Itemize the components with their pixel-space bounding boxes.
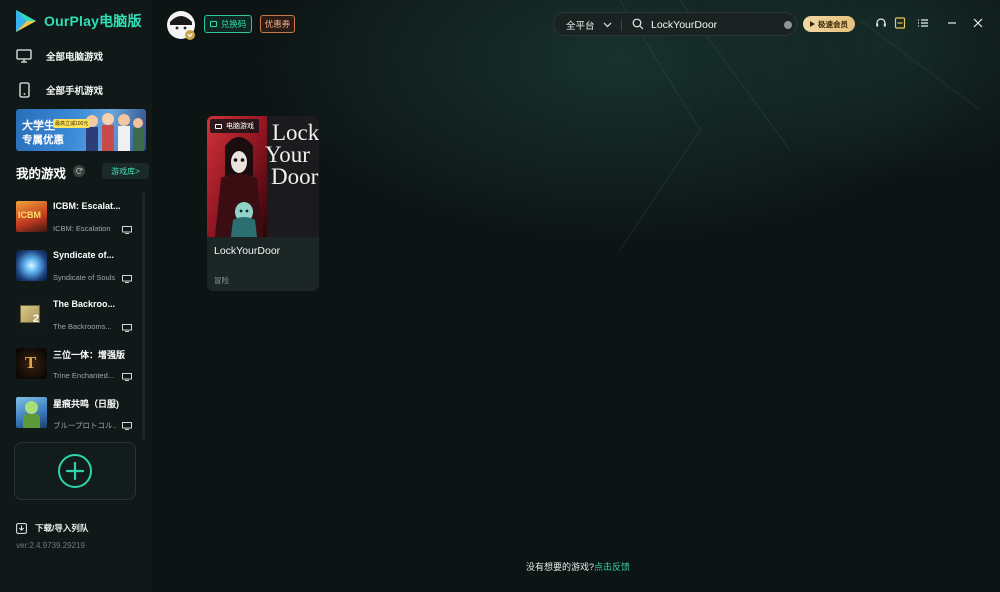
download-queue-button[interactable]: 下载/导入列队 [16, 522, 88, 534]
plus-circle-icon [58, 454, 92, 488]
download-icon [16, 522, 27, 534]
my-game-item[interactable]: Syndicate of... Syndicate of Souls [16, 248, 134, 288]
student-promo-banner[interactable]: 大学生 最高立减100元 专属优惠 [16, 109, 146, 151]
close-icon[interactable] [972, 17, 984, 29]
nav-all-mobile-games[interactable]: 全部手机游戏 [16, 79, 103, 101]
nav-all-pc-games[interactable]: 全部电脑游戏 [16, 45, 103, 67]
redeem-code-button[interactable]: 兑换码 [204, 15, 252, 33]
coupon-label: 优惠券 [264, 19, 291, 29]
mini-mode-icon[interactable] [894, 17, 906, 29]
platform-select[interactable]: 全平台 [566, 18, 612, 32]
app-logo[interactable]: OurPlay电脑版 [14, 9, 142, 33]
my-games-title: 我的游戏 [16, 167, 67, 181]
monitor-icon [16, 49, 32, 63]
headset-support-icon[interactable] [875, 17, 887, 29]
game-thumbnail [16, 397, 47, 428]
download-queue-label: 下载/导入列队 [35, 523, 89, 533]
minimize-icon[interactable] [946, 17, 958, 29]
feedback-prompt: 没有想要的游戏?点击反馈 [526, 560, 630, 573]
game-result-card[interactable]: Lock Your Door 电脑游戏 LockYourDoor 冒险 [207, 116, 319, 291]
platform-tag: 电脑游戏 [210, 119, 259, 133]
game-thumbnail-text: T [25, 353, 37, 372]
game-subtitle: Syndicate of Souls [53, 273, 116, 282]
platform-tag-label: 电脑游戏 [226, 123, 254, 130]
app-version: ver:2.4.9739.29219 [16, 541, 85, 550]
my-game-item[interactable]: 2 The Backroo... The Backrooms... [16, 297, 134, 337]
my-games-scrollbar[interactable] [142, 192, 145, 440]
pc-platform-icon [122, 275, 132, 283]
pc-platform-icon [122, 226, 132, 234]
game-name: The Backroo... [53, 299, 116, 309]
banner-title: 大学生 [22, 120, 55, 132]
game-genre: 冒险 [214, 276, 229, 285]
game-name: ICBM: Escalat... [53, 201, 121, 211]
coupon-button[interactable]: 优惠券 [260, 15, 295, 33]
game-thumbnail-text: 2 [33, 313, 40, 325]
app-name: OurPlay电脑版 [44, 13, 142, 29]
banner-characters-illustration [86, 113, 144, 151]
game-thumbnail: 2 [16, 299, 47, 330]
background-decoration [619, 0, 981, 251]
nav-label: 全部电脑游戏 [46, 52, 104, 63]
game-name: 星痕共鸣（日服) [53, 399, 119, 409]
feedback-text: 没有想要的游戏? [526, 562, 595, 572]
game-thumbnail: T [16, 348, 47, 379]
game-cover-art: Lock Your Door 电脑游戏 [207, 116, 319, 237]
game-thumbnail-text: ICBM [18, 210, 41, 220]
refresh-icon[interactable] [73, 165, 85, 177]
banner-tag: 最高立减100元 [53, 119, 91, 128]
feedback-link[interactable]: 点击反馈 [594, 562, 630, 572]
user-avatar[interactable] [166, 10, 196, 40]
game-subtitle: Trine Enchanted... [53, 371, 115, 380]
add-game-button[interactable] [14, 442, 136, 500]
game-subtitle: ICBM: Escalation [53, 224, 111, 233]
game-name: 三位一体：增强版 [53, 350, 126, 360]
cover-title-line: Door [271, 164, 319, 189]
nav-label: 全部手机游戏 [46, 86, 104, 97]
pc-platform-icon [215, 123, 222, 129]
game-title: LockYourDoor [214, 245, 281, 257]
clear-search-icon[interactable] [784, 21, 792, 29]
search-input[interactable] [651, 16, 781, 33]
search-bar: 全平台 [553, 12, 797, 36]
game-name: Syndicate of... [53, 250, 115, 260]
search-icon[interactable] [632, 18, 644, 30]
vip-membership-button[interactable]: 极速会员 [803, 16, 855, 32]
my-game-item[interactable]: ICBM ICBM: Escalat... ICBM: Escalation [16, 199, 134, 239]
ourplay-logo-icon [16, 10, 36, 32]
game-subtitle: The Backrooms... [53, 322, 112, 331]
game-thumbnail: ICBM [16, 201, 47, 232]
game-thumbnail [16, 250, 47, 281]
pc-platform-icon [122, 324, 132, 332]
cover-illustration: Lock Your Door [207, 116, 319, 237]
sidebar: OurPlay电脑版 全部电脑游戏 全部手机游戏 大学生 最高立减100元 专属… [0, 0, 152, 592]
vip-label: 极速会员 [818, 19, 848, 29]
ticket-icon [209, 21, 217, 27]
game-library-button[interactable]: 游戏库> [102, 163, 149, 179]
platform-select-value: 全平台 [566, 21, 595, 32]
phone-icon [19, 82, 30, 98]
chevron-down-icon [603, 22, 611, 28]
pc-platform-icon [122, 422, 132, 430]
my-game-item[interactable]: 星痕共鸣（日服) ブループロトコル... [16, 395, 134, 435]
menu-list-icon[interactable] [917, 17, 929, 29]
play-icon [810, 21, 815, 27]
game-subtitle: ブループロトコル... [53, 421, 117, 430]
redeem-code-label: 兑换码 [220, 19, 247, 29]
pc-platform-icon [122, 373, 132, 381]
search-divider [621, 19, 622, 31]
banner-subtitle: 专属优惠 [22, 134, 64, 146]
my-game-item[interactable]: T 三位一体：增强版 Trine Enchanted... [16, 346, 134, 386]
